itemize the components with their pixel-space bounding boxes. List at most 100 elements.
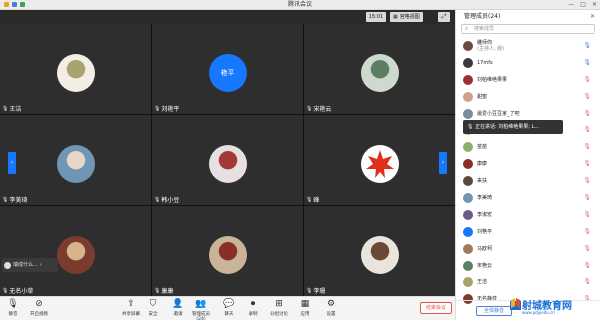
participant-avatar: [56, 236, 95, 274]
member-avatar: [463, 277, 473, 288]
mic-muted-icon[interactable]: 🎙: [583, 143, 591, 150]
window-title: 腾讯会议: [287, 1, 312, 8]
member-name-block: 雕师你 (主持人, 我): [477, 40, 504, 52]
members-icon: 👥: [195, 299, 207, 309]
member-row[interactable]: 17mfs 🎙: [456, 55, 600, 72]
video-tile[interactable]: 🎙 无名小草: [0, 206, 151, 296]
toolbar-button[interactable]: ⛉ 安全: [140, 299, 166, 317]
mic-muted-icon: 🎙: [306, 196, 313, 203]
toolbar-button[interactable]: ⊞ 分组讨论: [266, 299, 292, 317]
video-tile[interactable]: 🎙 李美琦: [0, 115, 151, 205]
members-panel-header: 管理成员(24) ✕: [456, 10, 600, 23]
participant-name-tag: 🎙 王洁: [2, 104, 21, 114]
member-name: 马欧柯: [477, 245, 493, 252]
mic-muted-icon[interactable]: 🎙: [583, 76, 591, 83]
video-tile[interactable]: 🎙 王洁: [0, 24, 151, 114]
participant-avatar: [360, 54, 399, 92]
mic-muted-icon[interactable]: 🎙: [583, 211, 591, 218]
toolbar-button[interactable]: ⏺ 录制: [240, 299, 266, 317]
toolbar-button-label: 开启视频: [30, 312, 48, 317]
gear-icon: ⚙: [326, 299, 336, 309]
toolbar-button-label: 应用: [300, 312, 310, 317]
meeting-clock: 15:01: [366, 12, 386, 22]
member-row[interactable]: 刘艳平 🎙: [456, 224, 600, 241]
member-name-block: 来扶: [477, 173, 487, 189]
mic-muted-icon[interactable]: 🎙: [583, 160, 591, 167]
member-avatar: [463, 209, 473, 220]
close-icon[interactable]: ✕: [592, 0, 597, 10]
fullscreen-button[interactable]: ⤢: [438, 12, 450, 22]
mic-muted-icon[interactable]: 🎙: [583, 177, 591, 184]
chevron-right-icon: ›: [39, 262, 42, 268]
member-row[interactable]: 李淑宏 🎙: [456, 207, 600, 224]
member-row[interactable]: 康康 🎙: [456, 156, 600, 173]
member-name-block: 苗苗: [477, 139, 487, 155]
maximize-icon[interactable]: □: [580, 0, 586, 10]
end-meeting-button[interactable]: 结束会议: [420, 302, 452, 314]
toolbar-button-label: 共享屏幕: [122, 312, 140, 317]
camera-off-icon: ⊘: [35, 299, 43, 309]
member-list: 雕师你(主持人, 我)🎙17mfs🎙刘柏维绝果果🎙甜蜜🎙最爱小豆豆家_了吧🎙林小…: [456, 38, 600, 308]
video-tile[interactable]: 🎙 李珊: [304, 206, 455, 296]
mic-muted-icon[interactable]: 🎙: [583, 110, 591, 117]
member-name: 王洁: [477, 279, 488, 286]
participant-name-tag: 🎙 韩小豆: [154, 195, 180, 205]
view-switch-button[interactable]: ▦ 宫格视图: [390, 12, 423, 22]
video-tile[interactable]: 🎙 宋艳云: [304, 24, 455, 114]
member-row[interactable]: 马欧柯 🎙: [456, 241, 600, 258]
member-row[interactable]: 来扶 🎙: [456, 173, 600, 190]
toolbar-button[interactable]: 💬 聊天: [216, 299, 242, 317]
participant-name-tag: 🎙 康康: [154, 286, 173, 296]
speaking-indicator: 🎙 正在讲话: 刘柏维绝果果; L...: [463, 120, 563, 134]
mic-muted-icon[interactable]: 🎙: [583, 228, 591, 235]
member-row[interactable]: 苗苗 🎙: [456, 139, 600, 156]
video-tile[interactable]: 艳平 🎙 刘艳平: [152, 24, 303, 114]
toolbar-button[interactable]: 🎙 静音: [0, 299, 26, 317]
chat-toast[interactable]: 瑞成什么... ›: [2, 258, 58, 272]
video-tile[interactable]: 🎙 康康: [152, 206, 303, 296]
toolbar-button[interactable]: ⚙ 设置: [318, 299, 344, 317]
member-name: 17mfs: [477, 59, 493, 66]
chat-toast-text: 瑞成什么...: [13, 262, 38, 268]
apps-icon: ▦: [300, 299, 310, 309]
mic-muted-icon[interactable]: 🎙: [583, 126, 591, 133]
member-search-input[interactable]: ⌕ 搜索成员: [461, 24, 595, 34]
mic-muted-icon[interactable]: 🎙: [583, 194, 591, 201]
mic-muted-icon: 🎙: [2, 196, 9, 203]
member-row[interactable]: 宋艳云 🎙: [456, 258, 600, 275]
toolbar-button[interactable]: ▦ 应用: [292, 299, 318, 317]
member-name-block: 刘艳平: [477, 224, 492, 240]
mic-on-icon[interactable]: 🎙: [583, 59, 591, 66]
participant-name: 无名小草: [9, 288, 34, 295]
member-row[interactable]: 刘柏维绝果果 🎙: [456, 72, 600, 89]
member-row[interactable]: 李美琦 🎙: [456, 190, 600, 207]
mute-all-button[interactable]: 全体静音: [476, 306, 512, 316]
members-panel-title: 管理成员(24): [464, 13, 501, 20]
member-avatar: [463, 260, 473, 271]
close-icon[interactable]: ✕: [590, 10, 595, 23]
prev-page-button[interactable]: ‹: [8, 152, 16, 174]
participant-name: 李珊: [313, 288, 326, 295]
toolbar-button[interactable]: 👥 管理成员(24): [188, 299, 214, 320]
member-row[interactable]: 王洁 🎙: [456, 274, 600, 291]
video-tile[interactable]: 🎙 韩小豆: [152, 115, 303, 205]
member-name-block: 17mfs: [477, 55, 493, 71]
mic-muted-icon[interactable]: 🎙: [583, 262, 591, 269]
member-name: 甜蜜: [477, 93, 488, 100]
member-avatar: [463, 74, 473, 85]
toolbar-button[interactable]: ⊘ 开启视频: [26, 299, 52, 317]
minimize-icon[interactable]: —: [568, 0, 574, 10]
video-tile[interactable]: 🎙 峰: [304, 115, 455, 205]
participant-name: 韩小豆: [161, 197, 180, 204]
mic-muted-icon[interactable]: 🎙: [583, 278, 591, 285]
member-name: 刘柏维绝果果: [477, 76, 508, 83]
member-row[interactable]: 雕师你 (主持人, 我) 🎙: [456, 38, 600, 55]
mic-on-icon[interactable]: 🎙: [583, 42, 591, 49]
speaking-text: 正在讲话: 刘柏维绝果果; L...: [474, 124, 540, 130]
next-page-button[interactable]: ›: [439, 152, 447, 174]
mic-muted-icon[interactable]: 🎙: [583, 245, 591, 252]
participant-avatar: 艳平: [208, 54, 247, 92]
member-row[interactable]: 甜蜜 🎙: [456, 89, 600, 106]
participant-avatar: [56, 54, 95, 92]
mic-muted-icon[interactable]: 🎙: [583, 93, 591, 100]
